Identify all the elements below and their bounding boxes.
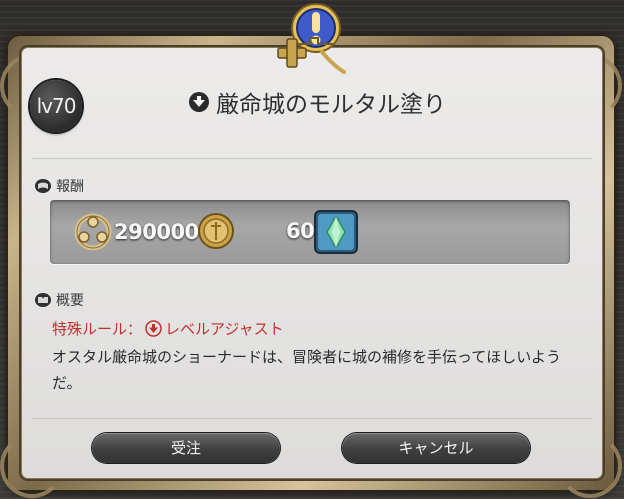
- item-reward[interactable]: [314, 210, 358, 254]
- summary-header: 概要: [34, 290, 84, 310]
- rewards-label: 報酬: [56, 179, 84, 195]
- quest-dialog-screen: lv70 厳命城のモルタル塗り 報酬 290000 606 概要 特殊ルール： …: [0, 0, 624, 499]
- quest-marker-icon: [189, 92, 209, 112]
- accept-button[interactable]: 受注: [92, 433, 280, 463]
- quest-description: オスタル厳命城のショーナードは、冒険者に城の補修を手伝ってほしいようだ。: [52, 348, 561, 392]
- seal-reward[interactable]: 606: [196, 210, 329, 252]
- seal-coin-icon: [198, 213, 234, 249]
- level-sync-icon: [145, 320, 162, 337]
- crystal-item-icon: [314, 210, 358, 254]
- cancel-button[interactable]: キャンセル: [342, 433, 530, 463]
- exclamation-quest-crest-icon: [277, 3, 346, 74]
- special-rule-label: 特殊ルール：: [52, 320, 143, 338]
- summary-label: 概要: [56, 293, 84, 309]
- divider: [32, 418, 592, 419]
- rewards-box: 290000 606: [50, 200, 570, 264]
- gil-reward[interactable]: 290000: [72, 212, 199, 252]
- gil-amount: 290000: [114, 220, 199, 244]
- level-badge: lv70: [30, 80, 82, 132]
- reward-book-icon: [35, 179, 51, 193]
- gil-coin-icon: [74, 213, 112, 251]
- special-rule-value: レベルアジャスト: [165, 320, 284, 338]
- summary-book-icon: [35, 293, 51, 307]
- quest-title: 厳命城のモルタル塗り: [216, 92, 446, 118]
- special-rule: 特殊ルール： レベルアジャスト: [52, 318, 284, 339]
- rewards-header: 報酬: [34, 176, 84, 196]
- divider: [32, 158, 592, 159]
- quest-title-row: 厳命城のモルタル塗り: [188, 86, 446, 118]
